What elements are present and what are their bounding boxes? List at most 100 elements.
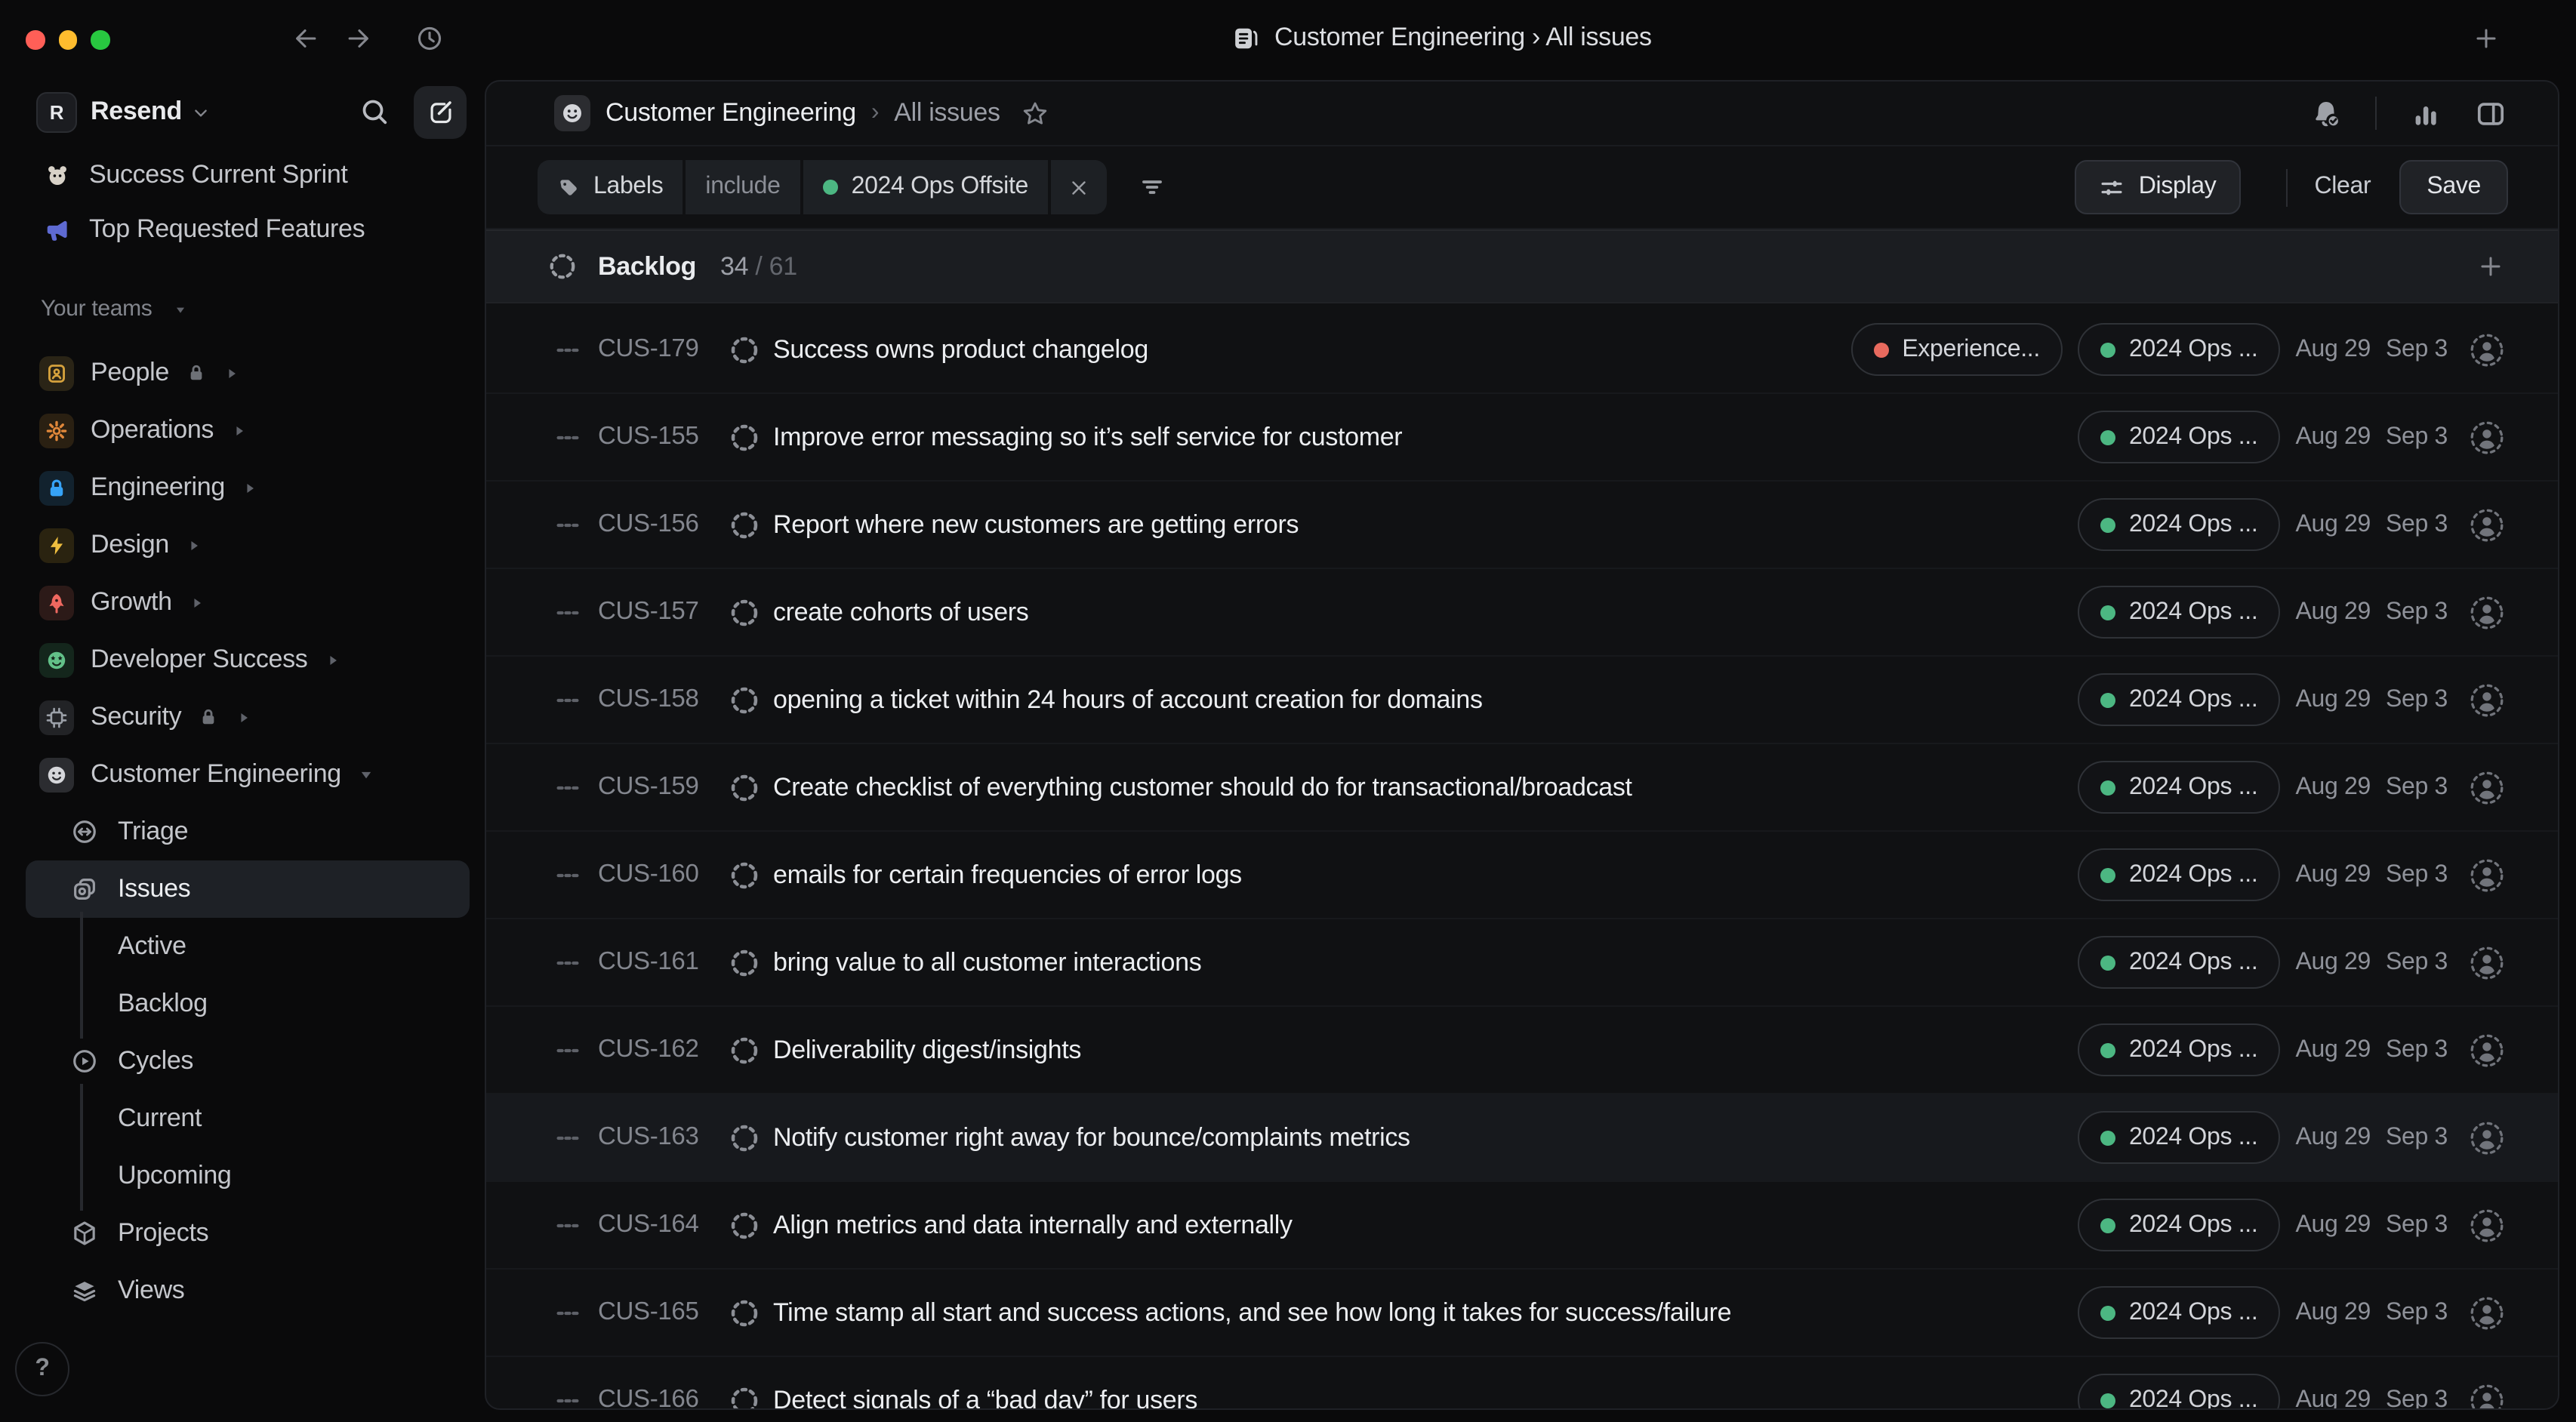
sidebar-pinned-item[interactable]: Success Current Sprint (26, 148, 470, 202)
issue-label-pill[interactable]: 2024 Ops ... (2078, 673, 2281, 726)
backlog-status-icon[interactable] (729, 509, 760, 540)
issue-label-pill[interactable]: 2024 Ops ... (2078, 411, 2281, 463)
new-tab-plus-icon[interactable] (2473, 26, 2499, 51)
backlog-status-icon[interactable] (729, 1297, 760, 1328)
issue-row[interactable]: CUS-160 emails for certain frequencies o… (486, 832, 2558, 919)
filter-field[interactable]: Labels (538, 160, 683, 214)
traffic-light-button[interactable] (91, 30, 109, 49)
issue-label-pill[interactable]: 2024 Ops ... (2078, 1199, 2281, 1251)
no-priority-icon[interactable] (554, 599, 581, 626)
issue-label-pill[interactable]: 2024 Ops ... (2078, 761, 2281, 814)
search-icon[interactable] (359, 97, 390, 127)
sidebar-team-item[interactable]: Customer Engineering (26, 746, 470, 803)
unassigned-avatar-icon[interactable] (2469, 944, 2505, 980)
sidebar-team-child-item[interactable]: Backlog (26, 975, 470, 1033)
issue-row[interactable]: CUS-163 Notify customer right away for b… (486, 1094, 2558, 1182)
clear-button[interactable]: Clear (2314, 174, 2371, 201)
backlog-status-icon[interactable] (729, 860, 760, 890)
no-priority-icon[interactable] (554, 949, 581, 976)
caret-right-icon[interactable] (236, 709, 252, 726)
sidebar-pinned-item[interactable]: Top Requested Features (26, 202, 470, 257)
no-priority-icon[interactable] (554, 336, 581, 363)
issue-row[interactable]: CUS-156 Report where new customers are g… (486, 482, 2558, 569)
unassigned-avatar-icon[interactable] (2469, 1382, 2505, 1408)
sidebar-team-child-item[interactable]: Triage (26, 803, 470, 860)
insights-chart-icon[interactable] (2410, 97, 2442, 129)
unassigned-avatar-icon[interactable] (2469, 1294, 2505, 1331)
group-header-backlog[interactable]: Backlog 34 / 61 (486, 229, 2558, 303)
issue-label-pill[interactable]: 2024 Ops ... (2078, 848, 2281, 901)
side-panel-icon[interactable] (2475, 97, 2507, 129)
issue-row[interactable]: CUS-158 opening a ticket within 24 hours… (486, 657, 2558, 744)
your-teams-header[interactable]: Your teams (41, 296, 186, 322)
caret-right-icon[interactable] (242, 480, 258, 497)
issue-label-pill[interactable]: Experience... (1850, 323, 2063, 376)
help-button[interactable]: ? (15, 1342, 69, 1396)
workspace-logo[interactable]: R (36, 91, 77, 132)
sidebar-team-item[interactable]: People (26, 344, 470, 402)
backlog-status-icon[interactable] (729, 1385, 760, 1408)
issue-row[interactable]: CUS-157 create cohorts of users 2024 Ops… (486, 569, 2558, 657)
issue-label-pill[interactable]: 2024 Ops ... (2078, 1111, 2281, 1164)
filter-operator[interactable]: include (686, 160, 800, 214)
caret-right-icon[interactable] (230, 423, 247, 439)
unassigned-avatar-icon[interactable] (2469, 1207, 2505, 1243)
sidebar-team-item[interactable]: Developer Success (26, 631, 470, 688)
sidebar-team-child-item[interactable]: Projects (26, 1205, 470, 1262)
no-priority-icon[interactable] (554, 423, 581, 451)
sidebar-team-child-item[interactable]: Issues (26, 860, 470, 918)
chevron-down-icon[interactable] (193, 104, 211, 122)
sidebar-team-item[interactable]: Design (26, 516, 470, 574)
sidebar-team-item[interactable]: Security (26, 688, 470, 746)
forward-arrow-icon[interactable] (344, 24, 373, 53)
issue-row[interactable]: CUS-179 Success owns product changelog E… (486, 306, 2558, 394)
no-priority-icon[interactable] (554, 686, 581, 713)
caret-right-icon[interactable] (189, 595, 205, 611)
breadcrumb-view[interactable]: All issues (894, 98, 1000, 128)
sidebar-team-child-item[interactable]: Cycles (26, 1033, 470, 1090)
issue-label-pill[interactable]: 2024 Ops ... (2078, 1374, 2281, 1408)
caret-right-icon[interactable] (325, 652, 341, 669)
backlog-status-icon[interactable] (729, 1122, 760, 1153)
save-button[interactable]: Save (2399, 160, 2508, 214)
unassigned-avatar-icon[interactable] (2469, 331, 2505, 368)
no-priority-icon[interactable] (554, 861, 581, 888)
issue-row[interactable]: CUS-165 Time stamp all start and success… (486, 1270, 2558, 1357)
sidebar-team-item[interactable]: Growth (26, 574, 470, 631)
no-priority-icon[interactable] (554, 1124, 581, 1151)
unassigned-avatar-icon[interactable] (2469, 857, 2505, 893)
caret-right-icon[interactable] (186, 537, 202, 554)
sidebar-team-child-item[interactable]: Active (26, 918, 470, 975)
issue-label-pill[interactable]: 2024 Ops ... (2078, 586, 2281, 639)
issue-label-pill[interactable]: 2024 Ops ... (2078, 1286, 2281, 1339)
no-priority-icon[interactable] (554, 1299, 581, 1326)
filter-value[interactable]: 2024 Ops Offsite (803, 160, 1048, 214)
backlog-status-icon[interactable] (729, 422, 760, 452)
favorite-star-icon[interactable] (1021, 100, 1050, 128)
issue-label-pill[interactable]: 2024 Ops ... (2078, 323, 2281, 376)
sidebar-team-item[interactable]: Engineering (26, 459, 470, 516)
unassigned-avatar-icon[interactable] (2469, 1032, 2505, 1068)
issue-label-pill[interactable]: 2024 Ops ... (2078, 498, 2281, 551)
caret-right-icon[interactable] (223, 365, 240, 382)
sidebar-team-child-item[interactable]: Upcoming (26, 1147, 470, 1205)
issue-label-pill[interactable]: 2024 Ops ... (2078, 936, 2281, 989)
unassigned-avatar-icon[interactable] (2469, 506, 2505, 543)
sidebar-team-child-item[interactable]: Views (26, 1262, 470, 1319)
no-priority-icon[interactable] (554, 1211, 581, 1239)
backlog-status-icon[interactable] (729, 334, 760, 365)
issue-row[interactable]: CUS-164 Align metrics and data internall… (486, 1182, 2558, 1270)
backlog-status-icon[interactable] (729, 1210, 760, 1240)
filter-remove-button[interactable] (1051, 160, 1107, 214)
no-priority-icon[interactable] (554, 1036, 581, 1063)
backlog-status-icon[interactable] (729, 685, 760, 715)
compose-button[interactable] (414, 85, 467, 138)
backlog-status-icon[interactable] (729, 772, 760, 802)
add-issue-plus-icon[interactable] (2478, 254, 2504, 279)
issue-row[interactable]: CUS-162 Deliverability digest/insights 2… (486, 1007, 2558, 1094)
back-arrow-icon[interactable] (291, 24, 320, 53)
unassigned-avatar-icon[interactable] (2469, 1119, 2505, 1156)
display-button[interactable]: Display (2075, 160, 2241, 214)
no-priority-icon[interactable] (554, 511, 581, 538)
history-clock-icon[interactable] (415, 24, 444, 53)
